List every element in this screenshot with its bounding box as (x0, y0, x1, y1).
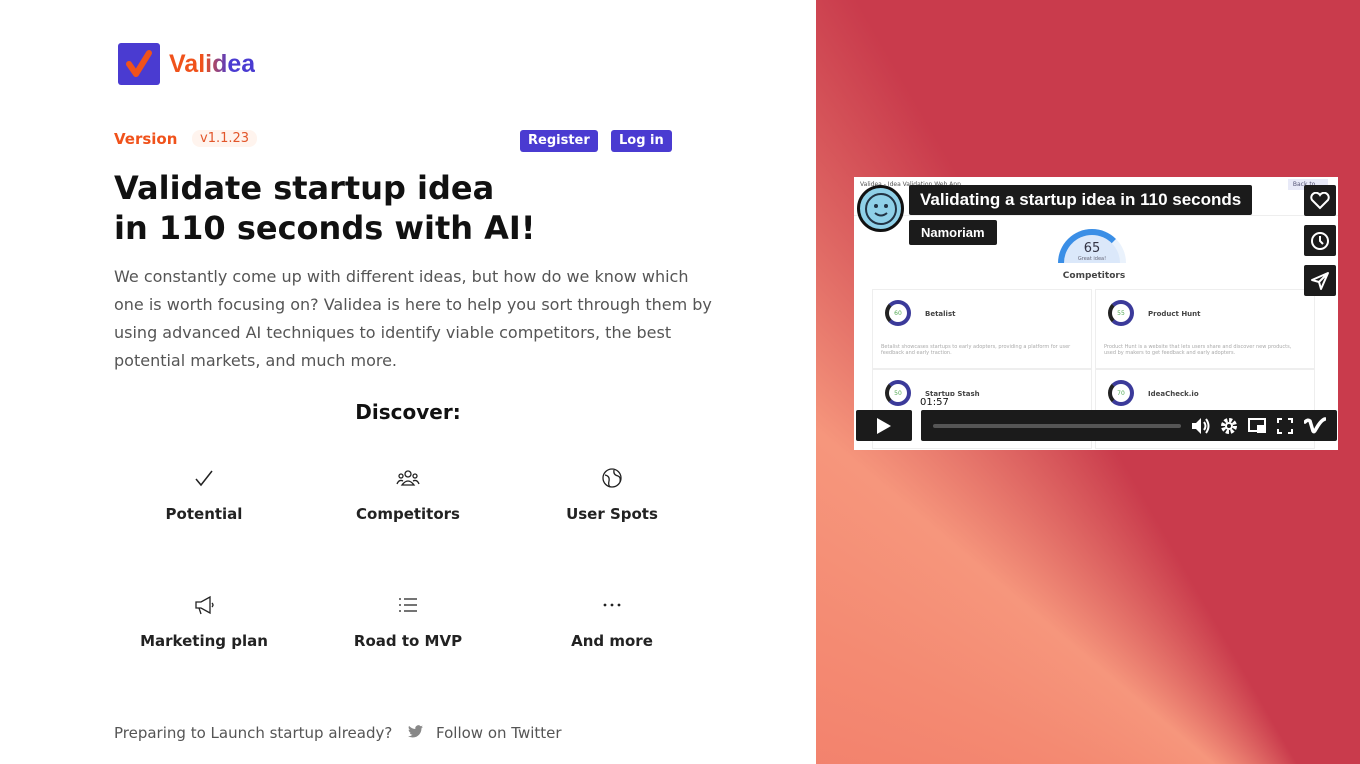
video-player[interactable]: Validea - Idea Validation Web App Back t… (854, 177, 1338, 450)
logo-check-icon (118, 43, 160, 85)
play-button[interactable] (856, 410, 912, 441)
title-line-2: in 110 seconds with AI! (114, 209, 536, 247)
feature-and-more: And more (512, 594, 712, 650)
check-icon (104, 467, 304, 493)
feature-road-to-mvp: Road to MVP (308, 594, 508, 650)
feature-potential: Potential (104, 467, 304, 523)
version-label: Version (114, 130, 178, 148)
feature-competitors: Competitors (308, 467, 508, 523)
video-card: 55 Product Hunt Product Hunt is a website … (1095, 289, 1315, 369)
list-icon (308, 594, 508, 620)
globe-icon (512, 467, 712, 493)
footer-text: Preparing to Launch startup already? (114, 724, 393, 742)
feature-user-spots: User Spots (512, 467, 712, 523)
progress-bar[interactable] (933, 424, 1181, 428)
video-card: 60 Betalist Betalist showcases startups to… (872, 289, 1092, 369)
video-score-label: Great idea! (1077, 256, 1107, 262)
twitter-link-label: Follow on Twitter (436, 724, 562, 742)
feature-label: Road to MVP (353, 632, 463, 650)
fullscreen-icon[interactable] (1277, 418, 1293, 434)
control-bar (921, 410, 1337, 441)
video-score-gauge (1058, 229, 1126, 263)
settings-icon[interactable] (1220, 417, 1238, 435)
hero-description: We constantly come up with different ide… (114, 267, 712, 370)
video-section-title: Competitors (1062, 271, 1126, 281)
vimeo-logo-icon[interactable] (1304, 417, 1326, 435)
clock-icon (1311, 231, 1329, 250)
time-tooltip: 01:57 (916, 396, 953, 409)
twitter-icon (408, 724, 423, 742)
volume-icon[interactable] (1191, 417, 1211, 435)
feature-label: And more (571, 632, 653, 650)
like-button[interactable] (1304, 185, 1336, 216)
watch-later-button[interactable] (1304, 225, 1336, 256)
ellipsis-icon (512, 594, 712, 620)
feature-label: Marketing plan (140, 632, 268, 650)
video-author[interactable]: Namoriam (909, 220, 997, 245)
video-title[interactable]: Validating a startup idea in 110 seconds (909, 185, 1253, 215)
version-badge: v1.1.23 (192, 130, 258, 147)
heart-icon (1310, 191, 1330, 209)
feature-label: Potential (165, 505, 243, 523)
discover-title: Discover: (355, 400, 461, 424)
brand-name: Validea (169, 49, 256, 78)
send-icon (1311, 271, 1329, 290)
landing-panel: Validea Version v1.1.23 Register Log in … (0, 0, 816, 764)
share-button[interactable] (1304, 265, 1336, 296)
page-title: Validate startup idea in 110 seconds with… (114, 168, 535, 248)
login-button[interactable]: Log in (611, 130, 672, 152)
logo[interactable]: Validea (118, 43, 255, 85)
register-button[interactable]: Register (520, 130, 598, 152)
play-icon (877, 417, 891, 434)
author-avatar[interactable] (857, 185, 904, 232)
users-icon (308, 467, 508, 493)
twitter-link[interactable]: Follow on Twitter (408, 724, 562, 742)
video-score: 65 (1083, 241, 1101, 256)
feature-marketing-plan: Marketing plan (104, 594, 304, 650)
megaphone-icon (104, 594, 304, 620)
feature-label: User Spots (566, 505, 658, 523)
pip-icon[interactable] (1248, 418, 1267, 434)
feature-label: Competitors (356, 505, 460, 523)
title-line-1: Validate startup idea (114, 169, 495, 207)
